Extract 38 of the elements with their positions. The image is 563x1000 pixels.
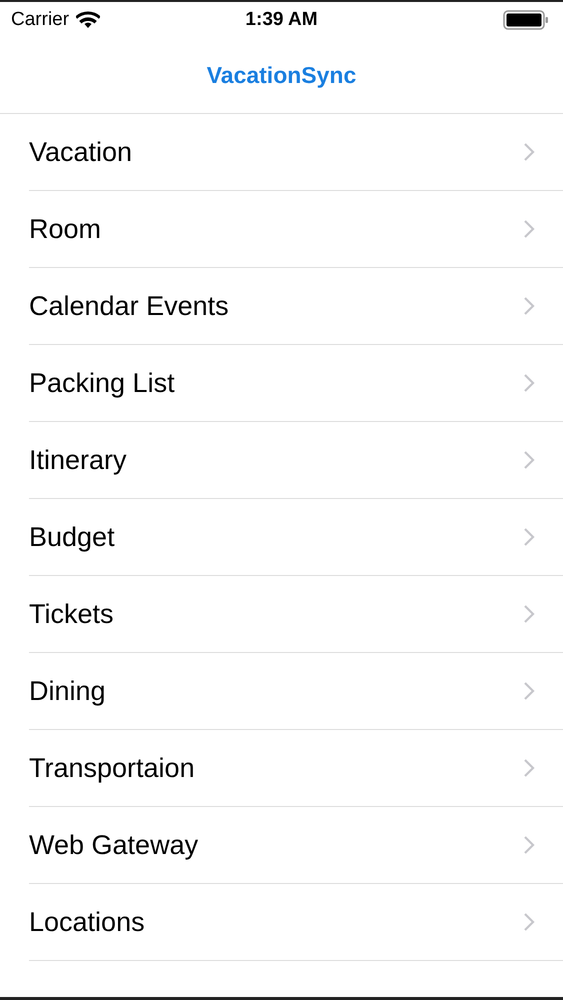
chevron-icon [523,296,535,316]
chevron-icon [523,758,535,778]
row-label: Packing List [29,368,175,398]
chevron-icon [523,219,535,239]
row-label: Web Gateway [29,830,198,860]
menu-row[interactable]: Web Gateway [29,807,563,884]
carrier-label: Carrier [11,9,70,31]
row-label: Budget [29,522,115,552]
menu-row[interactable]: Itinerary [29,422,563,499]
chevron-icon [523,373,535,393]
menu-row[interactable]: Room [29,191,563,268]
menu-row[interactable]: Budget [29,499,563,576]
nav-title: VacationSync [206,62,356,89]
menu-row[interactable]: Transportaion [29,730,563,807]
chevron-icon [523,835,535,855]
row-label: Tickets [29,598,114,630]
row-label: Dining [29,676,106,706]
row-label: Itinerary [29,444,127,476]
status-time: 1:39 AM [245,9,318,31]
chevron-icon [523,450,535,470]
row-label: Room [29,214,102,244]
wifi-icon [76,11,100,29]
battery-icon [503,10,549,30]
menu-row[interactable]: Vacation [29,114,563,191]
menu-row[interactable]: Dining [29,653,563,730]
menu-row[interactable]: Calendar Events [29,268,563,345]
menu-row[interactable]: Packing List [29,345,563,422]
row-label: Transportaion [29,752,195,784]
chevron-icon [523,142,535,162]
chevron-icon [523,681,535,701]
row-label: Vacation [29,136,132,168]
row-label: Calendar Events [29,290,229,322]
menu-row[interactable]: Locations [29,884,563,961]
row-label: Locations [29,906,145,938]
chevron-icon [523,527,535,547]
menu-row[interactable]: Tickets [29,576,563,653]
chevron-icon [523,604,535,624]
chevron-icon [523,912,535,932]
